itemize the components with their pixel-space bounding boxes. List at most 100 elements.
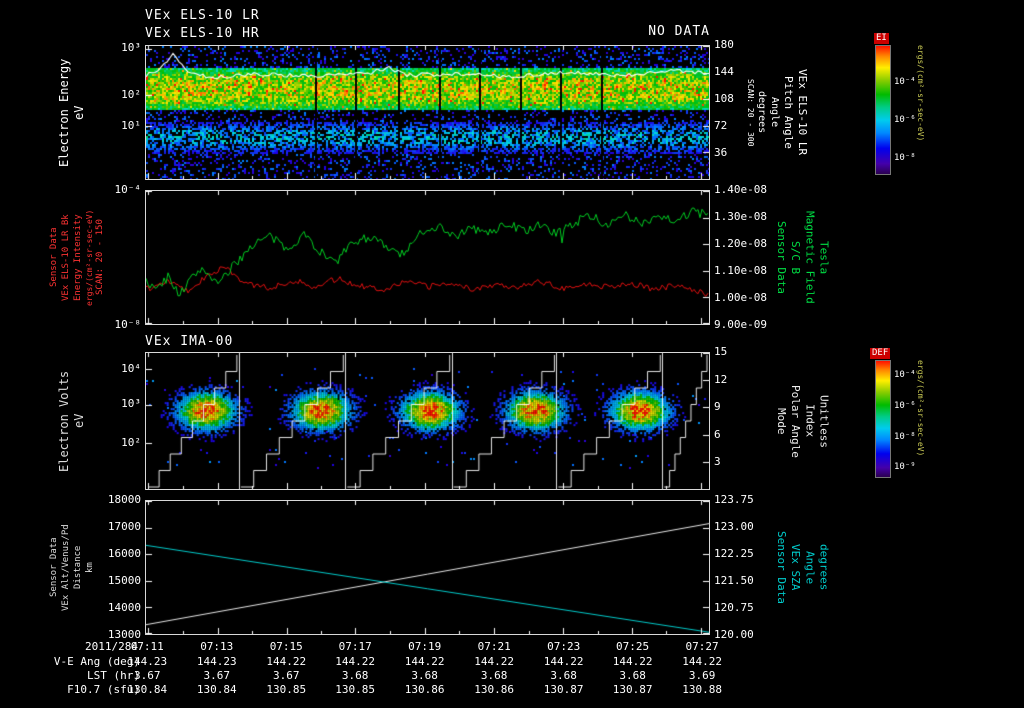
ima-colorbar [875, 360, 891, 478]
bfield-left-label-col: ergs/(cm²-sr-sec-eV) [84, 209, 94, 306]
bfield-right-label-col: Sensor Data [775, 221, 789, 294]
no-data-label: NO DATA [648, 24, 710, 39]
axis-tick-label: 1.30e-08 [714, 210, 767, 223]
axis-tick-label: 17000 [107, 520, 141, 533]
ephem-left-label-col: km [84, 562, 95, 573]
ima-ylabel-col: eV [72, 413, 87, 429]
els-colorbar-tick: 10⁻⁴ [894, 77, 916, 88]
bfield-right-label: Sensor Data S/C B Magnetic Field Tesla [775, 190, 831, 325]
panel3-title: VEx IMA-00 [145, 334, 234, 349]
ephem-right-label: Sensor Data VEx SZA Angle degrees [775, 500, 831, 635]
date-label: 2011/284 [85, 640, 138, 653]
els-ylabel-col: Electron Energy [57, 58, 71, 167]
axis-tick-label: 18000 [107, 493, 141, 506]
bfield-line-panel [145, 190, 710, 325]
ima-colorbar-units: ergs/(cm²-sr-sec-eV) [916, 360, 925, 457]
ephemeris-row-value: 144.22 [682, 655, 722, 668]
ephemeris-row-label: V-E Ang (deg) [53, 655, 140, 668]
ephemeris-row-value: 130.84 [127, 683, 168, 696]
axis-tick-label: 16000 [107, 547, 141, 560]
axis-tick-label: 12 [714, 372, 728, 386]
bfield-right-label-col: Magnetic Field [803, 211, 817, 304]
ephemeris-line-panel [145, 500, 710, 635]
axis-tick-label: 9.00e-09 [714, 318, 767, 331]
axis-tick-label: 123.75 [714, 493, 754, 506]
ephemeris-line-canvas [146, 501, 709, 634]
ima-right-label-col: Mode [775, 407, 789, 435]
panel1-title-line1: VEx ELS-10 LR [145, 8, 260, 23]
ephemeris-row-value: 144.23 [127, 655, 168, 668]
els-right-label-col: Angle [768, 97, 780, 128]
time-tick-label: 07:23 [547, 640, 581, 653]
ima-colorbar-tick: 10⁻⁹ [894, 462, 916, 473]
ephemeris-row-value: 144.22 [335, 655, 376, 668]
ima-right-label: Mode Polar Angle Index Unitless [775, 352, 831, 490]
ephemeris-row-value: 130.87 [612, 683, 653, 696]
axis-tick-label: 123.00 [714, 520, 754, 533]
bfield-right-label-col: S/C B [789, 240, 803, 275]
ima-colorbar-tick: 10⁻⁴ [894, 370, 916, 381]
axis-tick-label: 10⁴ [121, 361, 141, 375]
ephemeris-row-value: 130.87 [543, 683, 584, 696]
bfield-line-canvas [146, 191, 709, 324]
axis-tick-label: 1.20e-08 [714, 237, 767, 250]
ephemeris-row-value: 130.88 [682, 683, 722, 696]
ephemeris-row-value: 3.67 [134, 669, 161, 682]
axis-tick-label: 3 [714, 455, 721, 469]
ephem-left-label: Sensor Data VEx Alt/Venus/Pd Distance km [49, 500, 96, 635]
bfield-left-label-col: SCAN: 20 - 150 [95, 219, 106, 296]
ephemeris-row-value: 130.85 [335, 683, 376, 696]
bfield-left-label-col: VEx ELS-10 LR Bk [60, 214, 71, 301]
axis-tick-label: 10² [121, 87, 141, 101]
els-ylabel: Electron Energy eV [57, 45, 87, 180]
els-colorbar-units: ergs/(cm²-sr-sec-eV) [916, 45, 925, 142]
ephemeris-row-value: 130.86 [404, 683, 445, 696]
ephemeris-row-value: 3.68 [411, 669, 438, 682]
ima-right-label-col: Unitless [817, 394, 831, 448]
ephemeris-row-value: 3.67 [273, 669, 300, 682]
ephem-right-label-col: Sensor Data [775, 531, 789, 604]
ephemeris-row-value: 144.22 [474, 655, 515, 668]
els-ylabel-col: eV [72, 105, 87, 120]
ima-colorbar-tick: 10⁻⁶ [894, 400, 916, 411]
els-right-label-col: degrees [755, 91, 767, 134]
ima-right-label-col: Index [803, 404, 817, 438]
ephem-right-label-col: degrees [817, 544, 831, 591]
ephem-left-label-col: Sensor Data [49, 537, 59, 598]
time-tick-label: 07:13 [200, 640, 234, 653]
axis-tick-label: 10¹ [121, 119, 141, 132]
panel1-title-line2: VEx ELS-10 HR [145, 26, 260, 41]
els-colorbar-tick: 10⁻⁸ [894, 152, 916, 163]
els-spectrogram-panel [145, 45, 710, 180]
axis-tick-label: 1.10e-08 [714, 264, 767, 277]
ephemeris-row-value: 144.22 [612, 655, 653, 668]
tplot-display: VEx ELS-10 LR VEx ELS-10 HR NO DATA VEx … [0, 0, 1024, 708]
ephemeris-row-value: 130.86 [474, 683, 515, 696]
bfield-left-label: Sensor Data VEx ELS-10 LR Bk Energy Intens… [49, 190, 106, 325]
ephemeris-row-value: 130.85 [266, 683, 307, 696]
els-right-label-col: SCAN: 20 - 300 [745, 78, 755, 147]
ephem-right-label-col: Angle [803, 550, 817, 585]
ima-spectrogram-panel [145, 352, 710, 490]
ephem-right-label-col: VEx SZA [789, 544, 803, 591]
axis-tick-label: 9 [714, 400, 721, 414]
time-tick-label: 07:11 [130, 640, 164, 653]
ima-colorbar-tick: 10⁻⁸ [894, 431, 916, 442]
time-tick-label: 07:15 [269, 640, 303, 653]
axis-tick-label: 121.50 [714, 574, 754, 587]
time-tick-label: 07:25 [616, 640, 650, 653]
axis-tick-label: 1.00e-08 [714, 291, 767, 304]
els-right-label: SCAN: 20 - 300 degrees Angle Pitch Angle VEx… [745, 45, 809, 180]
ephemeris-row-value: 144.22 [543, 655, 584, 668]
els-spectrogram-canvas [146, 46, 709, 179]
axis-tick-label: 1.40e-08 [714, 183, 767, 196]
ima-right-label-col: Polar Angle [789, 384, 803, 458]
axis-tick-label: 14000 [107, 601, 141, 614]
bfield-right-label-col: Tesla [817, 240, 831, 275]
ephemeris-row-value: 3.68 [550, 669, 577, 682]
axis-tick-label: 120.00 [714, 628, 754, 641]
ephemeris-row-value: 3.68 [341, 669, 369, 682]
bfield-left-label-col: Energy Intensity [72, 214, 83, 301]
axis-tick-label: 15 [714, 345, 728, 358]
axis-tick-label: 122.25 [714, 547, 754, 560]
